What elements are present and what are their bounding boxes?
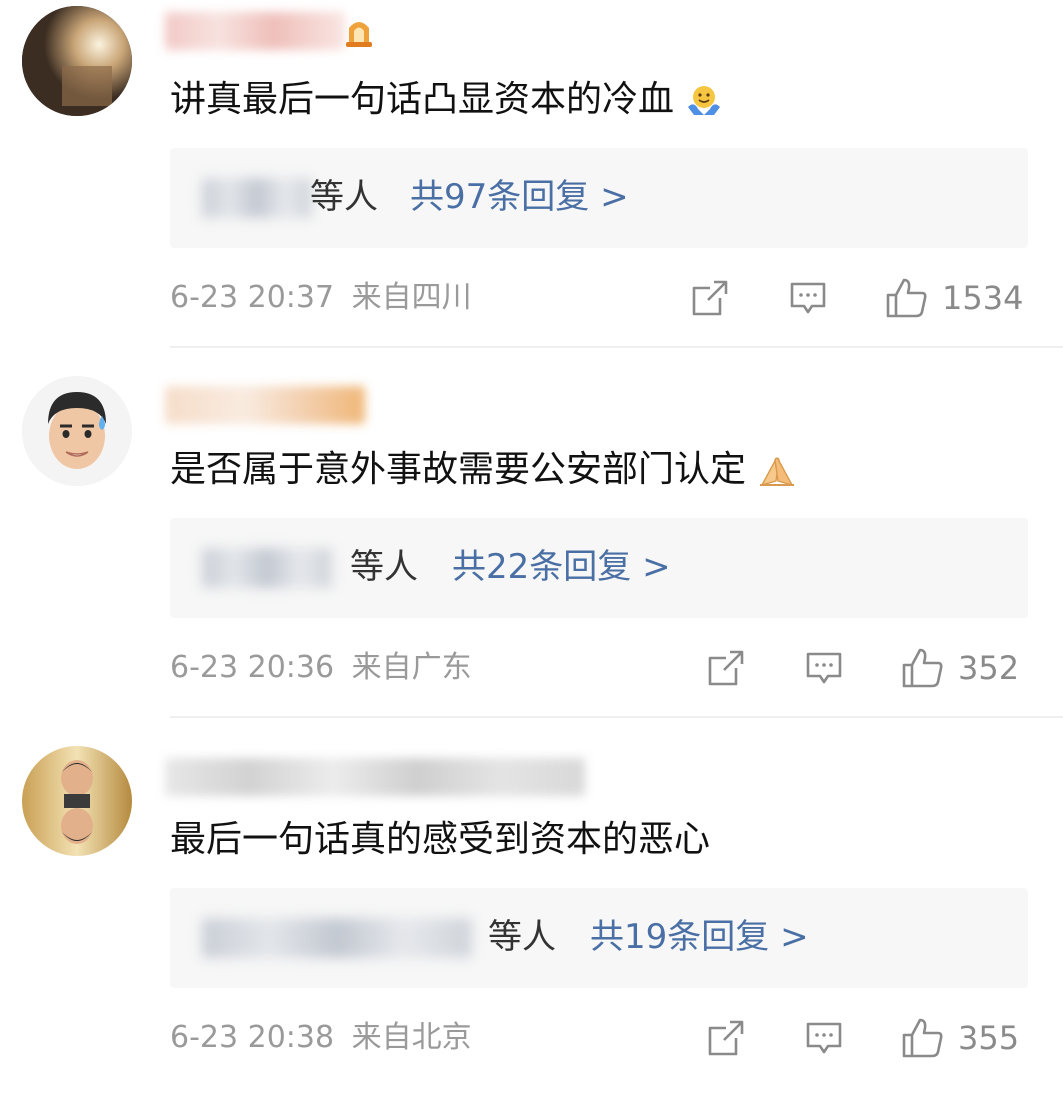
repost-icon — [708, 650, 744, 686]
avatar-image — [22, 746, 132, 856]
comment-item: 是否属于意外事故需要公安部门认定 等人 共22条回复 > 6-23 20:36 … — [0, 370, 1063, 740]
thumbs-up-icon — [902, 1018, 943, 1058]
comment-button[interactable] — [788, 278, 828, 318]
reply-preview-box[interactable]: 等人 共19条回复 > — [170, 888, 1028, 988]
timestamp: 6-23 20:38 — [170, 1020, 335, 1055]
comment-meta: 6-23 20:38 来自北京 — [170, 1018, 472, 1058]
username-blurred[interactable] — [165, 758, 585, 796]
divider — [170, 346, 1063, 348]
comment-item: 最后一句话真的感受到资本的恶心 等人 共19条回复 > 6-23 20:38 来… — [0, 740, 1063, 1110]
avatar[interactable] — [22, 6, 132, 116]
repost-button[interactable] — [706, 1018, 746, 1058]
reply-others-label: 等人 — [350, 547, 418, 587]
like-button[interactable]: 1534 — [884, 276, 1023, 320]
comment-icon — [806, 1022, 842, 1054]
thumbs-up-icon — [902, 648, 943, 688]
comment-meta: 6-23 20:36 来自广东 — [170, 648, 472, 688]
like-count: 1534 — [942, 279, 1024, 317]
reply-others-label: 等人 — [310, 177, 378, 217]
thumbs-up-icon — [886, 278, 927, 318]
comment-text: 是否属于意外事故需要公安部门认定 — [170, 448, 798, 492]
timestamp: 6-23 20:36 — [170, 650, 335, 685]
view-replies-link[interactable]: 共19条回复 > — [590, 914, 809, 960]
repost-icon — [692, 280, 728, 316]
avatar-image — [22, 376, 132, 486]
repost-button[interactable] — [706, 648, 746, 688]
like-button[interactable]: 355 — [900, 1016, 1019, 1060]
comment-icon — [790, 282, 826, 314]
replier-names-blurred — [202, 548, 332, 588]
user-badge-icon — [346, 22, 372, 47]
location: 来自广东 — [351, 650, 472, 685]
replier-names-blurred — [202, 178, 312, 218]
comment-item: 讲真最后一句话凸显资本的冷血 等人 共97条回复 > 6-23 20:37 来自… — [0, 0, 1063, 370]
comment-icon — [806, 652, 842, 684]
divider — [170, 716, 1063, 718]
shrug-emoji-icon — [688, 86, 721, 115]
comment-button[interactable] — [804, 648, 844, 688]
repost-icon — [708, 1020, 744, 1056]
like-count: 355 — [958, 1019, 1020, 1057]
view-replies-link[interactable]: 共97条回复 > — [410, 174, 629, 220]
avatar[interactable] — [22, 746, 132, 856]
view-replies-link[interactable]: 共22条回复 > — [452, 544, 671, 590]
location: 来自北京 — [351, 1020, 472, 1055]
comment-meta: 6-23 20:37 来自四川 — [170, 278, 472, 318]
reply-others-label: 等人 — [488, 917, 556, 957]
comment-text: 最后一句话真的感受到资本的恶心 — [170, 819, 711, 860]
username-blurred[interactable] — [165, 12, 345, 50]
reply-preview-box[interactable]: 等人 共97条回复 > — [170, 148, 1028, 248]
avatar-image — [22, 6, 132, 116]
praying-hands-emoji-icon — [760, 457, 795, 487]
username-blurred[interactable] — [165, 386, 365, 424]
timestamp: 6-23 20:37 — [170, 280, 335, 315]
comment-button[interactable] — [804, 1018, 844, 1058]
avatar[interactable] — [22, 376, 132, 486]
location: 来自四川 — [351, 280, 472, 315]
comment-text: 讲真最后一句话凸显资本的冷血 — [170, 78, 724, 122]
replier-names-blurred — [202, 918, 472, 958]
repost-button[interactable] — [690, 278, 730, 318]
reply-preview-box[interactable]: 等人 共22条回复 > — [170, 518, 1028, 618]
like-count: 352 — [958, 649, 1020, 687]
like-button[interactable]: 352 — [900, 646, 1019, 690]
